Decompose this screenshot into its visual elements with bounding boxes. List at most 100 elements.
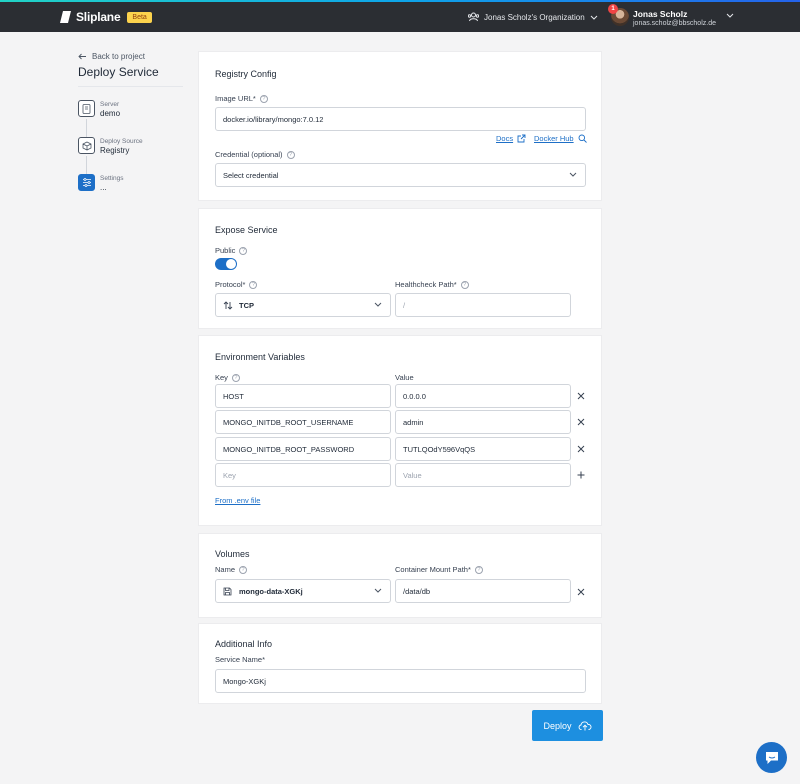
environment-variables-card: Environment Variables Key? Value HOST 0.… [198, 335, 602, 526]
label-text: Container Mount Path* [395, 565, 471, 574]
protocol-select[interactable]: TCP [215, 293, 391, 317]
from-env-file-link[interactable]: From .env file [215, 496, 260, 505]
docs-label: Docs [496, 134, 514, 143]
save-disk-icon [223, 587, 232, 595]
image-url-label: Image URL*? [215, 94, 268, 103]
healthcheck-path-input[interactable]: / [395, 293, 571, 317]
help-icon[interactable]: ? [239, 246, 248, 255]
search-icon [578, 134, 587, 143]
arrows-up-down-icon [223, 300, 233, 310]
registry-config-card: Registry Config Image URL*? docker.io/li… [198, 51, 602, 201]
docker-hub-link[interactable]: Docker Hub [534, 134, 587, 143]
env-value-input[interactable]: 0.0.0.0 [395, 384, 571, 408]
env-value-input[interactable]: admin [395, 410, 571, 434]
step-connector [86, 156, 87, 174]
organization-name: Jonas Scholz's Organization [484, 12, 585, 22]
volume-name-select[interactable]: mongo-data-XGKj [215, 579, 391, 603]
page-title: Deploy Service [78, 65, 159, 79]
help-icon[interactable]: ? [474, 565, 483, 574]
step-server[interactable]: Server demo [78, 100, 120, 119]
sidebar-divider [78, 86, 183, 87]
cloud-upload-icon [578, 721, 591, 731]
remove-row-icon[interactable] [577, 445, 585, 453]
label-text: Value [395, 373, 414, 382]
deploy-button[interactable]: Deploy [532, 710, 603, 741]
public-toggle[interactable] [215, 258, 237, 270]
service-name-label: Service Name* [215, 655, 265, 664]
help-icon[interactable]: ? [249, 280, 258, 289]
chevron-down-icon [374, 588, 382, 593]
label-text: Public [215, 246, 236, 255]
env-key-input-new[interactable]: Key [215, 463, 391, 487]
sliders-icon [78, 174, 95, 191]
chevron-down-icon [569, 172, 577, 177]
top-navbar: Sliplane Beta Jonas Scholz's Organizatio… [0, 2, 800, 32]
chat-widget-button[interactable] [756, 742, 787, 773]
key-column-label: Key? [215, 373, 240, 382]
env-value-input[interactable]: TUTLQOdY596VqQS [395, 437, 571, 461]
step-label: Settings [100, 175, 124, 182]
expose-service-card: Expose Service Public? Protocol*? TCP He… [198, 208, 602, 329]
section-title: Additional Info [215, 639, 273, 649]
credential-value: Select credential [223, 170, 279, 180]
protocol-value: TCP [239, 300, 254, 310]
env-key-input[interactable]: MONGO_INITDB_ROOT_USERNAME [215, 410, 391, 434]
section-title: Registry Config [215, 69, 277, 79]
credential-label: Credential (optional)? [215, 150, 295, 159]
remove-volume-icon[interactable] [577, 588, 585, 596]
env-key-input[interactable]: HOST [215, 384, 391, 408]
external-link-icon [517, 134, 526, 143]
user-name: Jonas Scholz [633, 9, 688, 19]
env-value-input-new[interactable]: Value [395, 463, 571, 487]
app-logo[interactable]: Sliplane Beta [60, 10, 152, 24]
docs-link[interactable]: Docs [496, 134, 526, 143]
protocol-label: Protocol*? [215, 280, 258, 289]
section-title: Volumes [215, 549, 250, 559]
step-label: Deploy Source [100, 138, 143, 145]
help-icon[interactable]: ? [286, 150, 295, 159]
organization-icon [468, 12, 479, 22]
step-label: Server [100, 101, 120, 108]
section-title: Environment Variables [215, 352, 305, 362]
additional-info-card: Additional Info Service Name* Mongo-XGKj [198, 623, 602, 704]
back-label: Back to project [92, 52, 145, 61]
chevron-down-icon [374, 302, 382, 307]
organization-switcher[interactable]: Jonas Scholz's Organization [468, 12, 598, 22]
section-title: Expose Service [215, 225, 278, 235]
volume-name-value: mongo-data-XGKj [239, 586, 303, 596]
step-connector [86, 119, 87, 137]
user-email: jonas.scholz@bbscholz.de [633, 20, 716, 27]
volume-name-label: Name? [215, 565, 248, 574]
deploy-label: Deploy [543, 720, 572, 731]
help-icon[interactable]: ? [231, 373, 240, 382]
server-icon [78, 100, 95, 117]
env-key-input[interactable]: MONGO_INITDB_ROOT_PASSWORD [215, 437, 391, 461]
beta-badge: Beta [127, 11, 152, 23]
user-menu-chevron-icon[interactable] [726, 13, 734, 18]
remove-row-icon[interactable] [577, 418, 585, 426]
user-avatar[interactable]: 1 [608, 4, 629, 26]
back-to-project-link[interactable]: Back to project [78, 52, 145, 61]
credential-select[interactable]: Select credential [215, 163, 586, 187]
app-name: Sliplane [76, 10, 121, 24]
image-url-input[interactable]: docker.io/library/mongo:7.0.12 [215, 107, 586, 131]
label-text: Credential (optional) [215, 150, 283, 159]
help-icon[interactable]: ? [259, 94, 268, 103]
volumes-card: Volumes Name? Container Mount Path*? mon… [198, 533, 602, 618]
label-text: Key [215, 373, 228, 382]
service-name-input[interactable]: Mongo-XGKj [215, 669, 586, 693]
step-value: ... [100, 183, 107, 192]
user-menu[interactable]: Jonas Scholz jonas.scholz@bbscholz.de [633, 9, 716, 29]
sliplane-logo-icon [60, 11, 71, 23]
mount-path-input[interactable]: /data/db [395, 579, 571, 603]
help-icon[interactable]: ? [460, 280, 469, 289]
healthcheck-label: Healthcheck Path*? [395, 280, 469, 289]
remove-row-icon[interactable] [577, 392, 585, 400]
add-row-icon[interactable] [577, 471, 585, 479]
step-deploy-source[interactable]: Deploy Source Registry [78, 137, 143, 156]
public-label: Public? [215, 246, 248, 255]
arrow-left-icon [78, 53, 86, 60]
cube-icon [78, 137, 95, 154]
help-icon[interactable]: ? [239, 565, 248, 574]
step-settings[interactable]: Settings ... [78, 174, 124, 193]
